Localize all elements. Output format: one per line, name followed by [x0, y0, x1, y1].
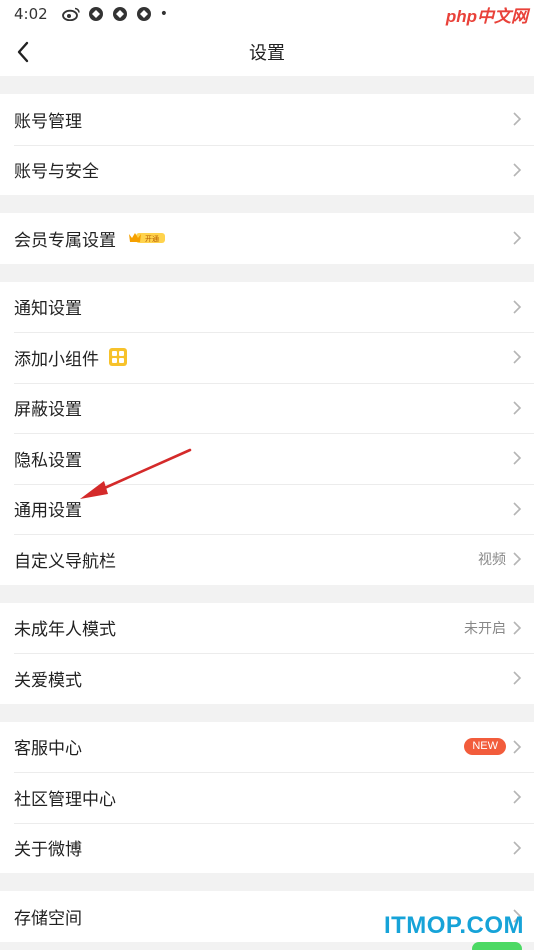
chevron-right-icon — [513, 552, 522, 566]
chevron-right-icon — [513, 231, 522, 245]
vip-badge: 开通 — [128, 230, 166, 246]
settings-item-label: 屏蔽设置 — [14, 400, 82, 421]
chevron-right-icon — [513, 621, 522, 635]
sync-icon — [112, 7, 127, 21]
chevron-right-icon — [513, 671, 522, 685]
vip-crown-icon: 开通 — [129, 233, 165, 244]
settings-item-value: 视频 — [478, 552, 506, 569]
watermark-php: php — [445, 7, 477, 26]
chevron-right-icon — [513, 300, 522, 314]
settings-item-notification[interactable]: 通知设置 — [0, 281, 534, 332]
settings-item-care-mode[interactable]: 关爱模式 — [0, 653, 534, 704]
watermark-logo: php中文网 — [446, 2, 528, 27]
settings-group-vip: 会员专属设置 开通 — [0, 213, 534, 264]
settings-group-account: 账号管理 账号与安全 — [0, 94, 534, 195]
new-badge: NEW — [464, 738, 506, 756]
settings-item-general[interactable]: 通用设置 — [0, 483, 534, 534]
settings-item-label: 社区管理中心 — [14, 789, 116, 810]
chevron-right-icon — [513, 790, 522, 804]
sync-icon — [88, 7, 103, 21]
settings-item-account-management[interactable]: 账号管理 — [0, 94, 534, 145]
status-time: 4:02 — [14, 5, 48, 23]
settings-group-support: 客服中心 NEW 社区管理中心 关于微博 — [0, 721, 534, 873]
settings-item-label: 未成年人模式 — [14, 620, 116, 641]
status-icons: • — [61, 6, 168, 22]
settings-item-minor-mode[interactable]: 未成年人模式 未开启 — [0, 602, 534, 653]
settings-item-label: 添加小组件 — [14, 349, 99, 370]
vip-badge-text: 开通 — [145, 234, 159, 243]
watermark-cn: 中文网 — [477, 7, 528, 26]
settings-item-customer-service[interactable]: 客服中心 NEW — [0, 721, 534, 772]
chevron-right-icon — [513, 350, 522, 364]
settings-item-label: 账号与安全 — [14, 162, 99, 183]
settings-item-block[interactable]: 屏蔽设置 — [0, 382, 534, 433]
sync-icon — [136, 7, 151, 21]
settings-item-label: 客服中心 — [14, 739, 82, 760]
chevron-right-icon — [513, 401, 522, 415]
settings-item-label: 自定义导航栏 — [14, 551, 116, 572]
settings-item-add-widget[interactable]: 添加小组件 — [0, 332, 534, 383]
nav-bar: 设置 — [0, 28, 534, 76]
settings-item-label: 关于微博 — [14, 840, 82, 861]
settings-item-label: 通知设置 — [14, 299, 82, 320]
settings-group-general: 通知设置 添加小组件 屏蔽设置 隐私设置 通用设置 自定义导航栏 视频 — [0, 281, 534, 585]
chevron-right-icon — [513, 163, 522, 177]
settings-item-privacy[interactable]: 隐私设置 — [0, 433, 534, 484]
settings-item-label: 通用设置 — [14, 501, 82, 522]
chevron-right-icon — [513, 451, 522, 465]
settings-item-label: 存储空间 — [14, 908, 82, 929]
status-dot: • — [159, 6, 168, 22]
settings-item-custom-nav[interactable]: 自定义导航栏 视频 — [0, 534, 534, 585]
settings-item-label: 会员专属设置 — [14, 230, 116, 251]
settings-group-modes: 未成年人模式 未开启 关爱模式 — [0, 602, 534, 704]
settings-item-vip-settings[interactable]: 会员专属设置 开通 — [0, 213, 534, 264]
settings-item-label: 隐私设置 — [14, 450, 82, 471]
chevron-right-icon — [513, 740, 522, 754]
settings-item-label: 账号管理 — [14, 111, 82, 132]
chevron-right-icon — [513, 502, 522, 516]
settings-item-about[interactable]: 关于微博 — [0, 822, 534, 873]
status-bar: 4:02 • php中文网 — [0, 0, 534, 28]
watermark-bottom: ITMOP.COM — [383, 912, 524, 939]
toggle-switch[interactable] — [472, 942, 522, 950]
page-title: 设置 — [249, 43, 285, 64]
settings-item-value: 未开启 — [464, 620, 506, 637]
widget-grid-icon — [109, 348, 127, 367]
chevron-right-icon — [513, 112, 522, 126]
settings-item-label: 关爱模式 — [14, 670, 82, 691]
settings-item-community-management[interactable]: 社区管理中心 — [0, 772, 534, 823]
chevron-left-icon[interactable] — [14, 40, 34, 64]
weibo-icon — [61, 7, 80, 21]
chevron-right-icon — [513, 841, 522, 855]
settings-item-account-security[interactable]: 账号与安全 — [0, 144, 534, 195]
